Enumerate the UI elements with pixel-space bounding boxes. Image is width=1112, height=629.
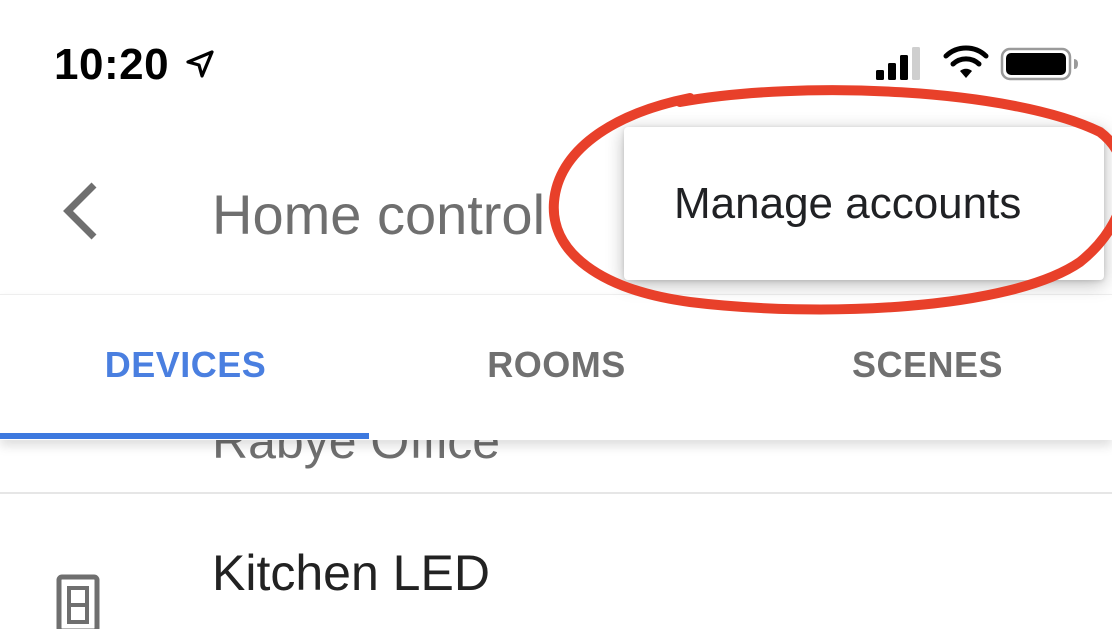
back-button[interactable] — [48, 176, 114, 246]
active-tab-indicator — [0, 433, 369, 439]
list-divider — [0, 492, 1112, 494]
tab-devices[interactable]: DEVICES — [0, 295, 371, 435]
tab-scenes[interactable]: SCENES — [742, 295, 1112, 435]
light-switch-icon — [56, 574, 100, 629]
menu-item-manage-accounts[interactable]: Manage accounts — [624, 127, 1104, 280]
page-title: Home control — [212, 183, 546, 246]
list-item[interactable]: Kitchen LED — [0, 496, 1112, 629]
device-list[interactable]: Rabye Office Kitchen LED — [0, 440, 1112, 629]
wifi-icon — [943, 45, 989, 78]
location-arrow-icon — [186, 50, 214, 78]
tab-rooms[interactable]: ROOMS — [371, 295, 742, 435]
status-bar: 10:20 — [0, 0, 1112, 110]
battery-icon — [1000, 47, 1078, 81]
chevron-left-icon — [63, 182, 97, 240]
overflow-menu: Manage accounts — [624, 127, 1104, 280]
status-time: 10:20 — [54, 40, 170, 89]
tab-bar: DEVICES ROOMS SCENES — [0, 294, 1112, 440]
device-name: Kitchen LED — [212, 545, 490, 601]
cellular-signal-icon — [876, 47, 920, 80]
list-item-partial: Rabye Office — [212, 440, 501, 469]
